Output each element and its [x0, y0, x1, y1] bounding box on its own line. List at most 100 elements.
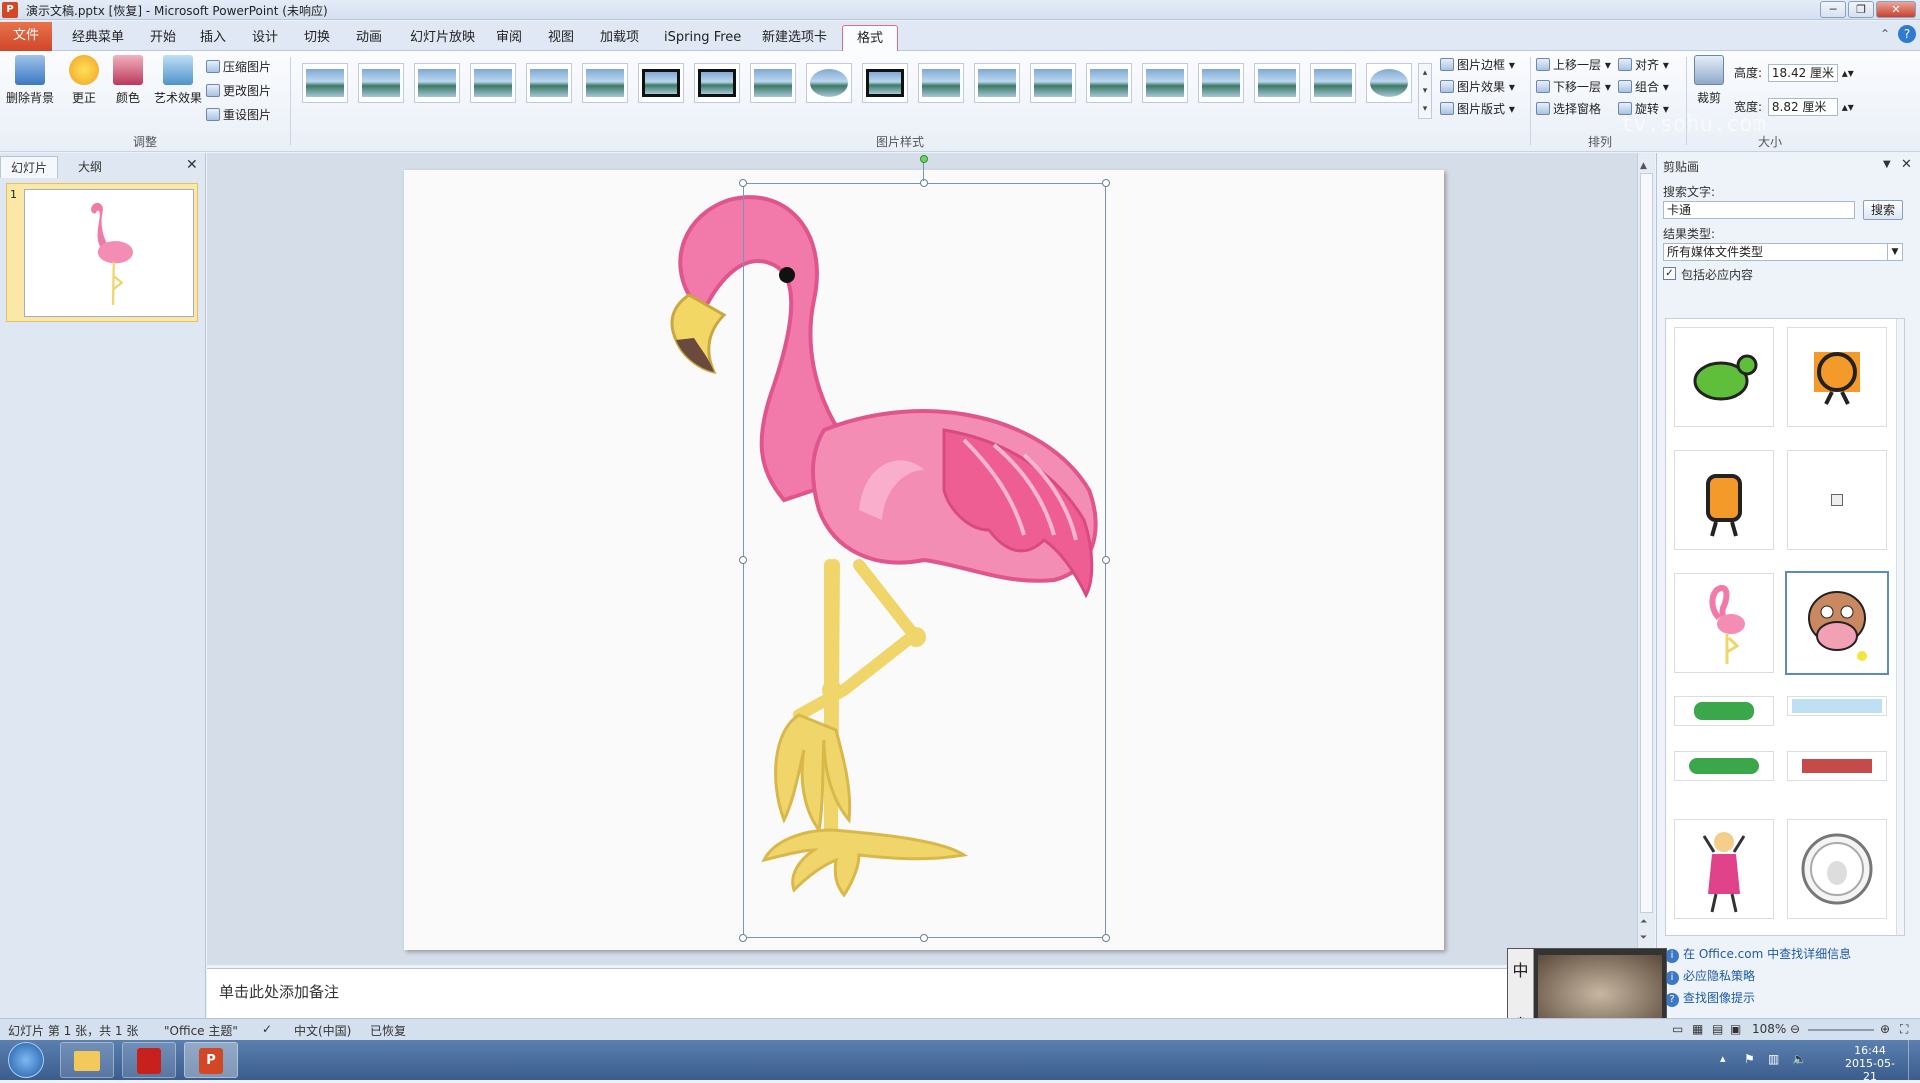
include-bing-checkbox[interactable]: ✓ — [1663, 267, 1676, 280]
align-button[interactable]: 对齐 ▾ — [1618, 55, 1669, 75]
picture-style-1[interactable] — [302, 63, 348, 103]
reading-view-icon[interactable]: ▤ — [1712, 1022, 1723, 1036]
vertical-scrollbar[interactable]: ▲ ⏶ ⏷ — [1637, 153, 1655, 965]
bing-privacy-link[interactable]: i 必应隐私策略 — [1665, 965, 1755, 987]
change-picture-button[interactable]: 更改图片 — [206, 81, 271, 101]
clipart-result[interactable] — [1674, 450, 1774, 550]
ribbon-minimize-icon[interactable]: ⌃ — [1880, 27, 1890, 41]
zoom-out-icon[interactable]: ⊖ — [1790, 1022, 1800, 1036]
tray-expand-icon[interactable]: ▴ — [1720, 1052, 1726, 1065]
picture-style-12[interactable] — [918, 63, 964, 103]
slideshow-view-icon[interactable]: ▣ — [1730, 1022, 1741, 1036]
picture-style-7[interactable] — [638, 63, 684, 103]
picture-style-5[interactable] — [526, 63, 572, 103]
clipart-result-cow[interactable] — [1785, 571, 1889, 675]
reset-picture-button[interactable]: 重设图片 — [206, 105, 271, 125]
picture-style-4[interactable] — [470, 63, 516, 103]
picture-style-16[interactable] — [1142, 63, 1188, 103]
bring-forward-button[interactable]: 上移一层 ▾ — [1536, 55, 1611, 75]
scroll-track[interactable] — [1640, 173, 1653, 913]
show-desktop-button[interactable] — [1908, 1040, 1920, 1080]
picture-style-8[interactable] — [694, 63, 740, 103]
tab-animations[interactable]: 动画 — [346, 25, 392, 51]
resize-handle-s[interactable] — [920, 934, 928, 942]
clipart-result-flamingo[interactable] — [1674, 573, 1774, 673]
tab-view[interactable]: 视图 — [538, 25, 584, 51]
resize-handle-w[interactable] — [739, 556, 747, 564]
artistic-effects-button[interactable]: 艺术效果 — [150, 55, 206, 106]
spell-check-icon[interactable]: ✓ — [262, 1022, 272, 1036]
clipart-result[interactable] — [1674, 751, 1774, 781]
tab-file[interactable]: 文件 — [0, 22, 52, 51]
start-button[interactable] — [8, 1042, 44, 1078]
selection-pane-button[interactable]: 选择窗格 — [1536, 99, 1601, 119]
minimize-button[interactable]: ─ — [1820, 1, 1846, 18]
zoom-in-icon[interactable]: ⊕ — [1880, 1022, 1890, 1036]
tab-addins[interactable]: 加载项 — [590, 25, 649, 51]
send-backward-button[interactable]: 下移一层 ▾ — [1536, 77, 1611, 97]
tab-slides[interactable]: 幻灯片 — [0, 156, 59, 178]
taskbar-acrobat[interactable] — [122, 1042, 176, 1078]
scroll-up-icon[interactable]: ▲ — [1640, 161, 1647, 171]
gallery-scroll[interactable]: ▴ ▾ ▾ — [1418, 63, 1432, 119]
clipart-result[interactable] — [1674, 696, 1774, 726]
help-icon[interactable]: ? — [1898, 25, 1916, 43]
normal-view-icon[interactable]: ▭ — [1672, 1022, 1683, 1036]
rotate-handle[interactable] — [920, 155, 928, 163]
corrections-button[interactable]: 更正 — [64, 55, 104, 106]
pane-options-icon[interactable]: ▼ — [1883, 159, 1891, 170]
tab-review[interactable]: 审阅 — [486, 25, 532, 51]
picture-style-18[interactable] — [1254, 63, 1300, 103]
sorter-view-icon[interactable]: ▦ — [1692, 1022, 1703, 1036]
tab-home[interactable]: 开始 — [140, 25, 186, 51]
picture-effects-button[interactable]: 图片效果 ▾ — [1440, 77, 1515, 97]
picture-style-20[interactable] — [1366, 63, 1412, 103]
picture-selection-box[interactable] — [743, 183, 1106, 938]
results-scrollbar[interactable] — [1896, 319, 1904, 935]
volume-icon[interactable]: 🔈 — [1792, 1052, 1807, 1066]
picture-style-2[interactable] — [358, 63, 404, 103]
next-slide-icon[interactable]: ⏷ — [1640, 933, 1647, 943]
close-pane-icon[interactable]: ✕ — [1901, 157, 1912, 172]
office-more-info-link[interactable]: i 在 Office.com 中查找详细信息 — [1665, 943, 1851, 965]
resize-handle-e[interactable] — [1102, 556, 1110, 564]
taskbar-explorer[interactable] — [60, 1042, 114, 1078]
action-center-icon[interactable]: ⚑ — [1744, 1052, 1755, 1066]
picture-layout-button[interactable]: 图片版式 ▾ — [1440, 99, 1515, 119]
language-indicator[interactable]: 中文(中国) — [294, 1022, 351, 1039]
clipart-result[interactable] — [1787, 450, 1887, 550]
tab-classic-menu[interactable]: 经典菜单 — [62, 25, 134, 51]
picture-style-19[interactable] — [1310, 63, 1356, 103]
tab-slideshow[interactable]: 幻灯片放映 — [400, 25, 485, 51]
powerpoint-app-icon[interactable]: P — [2, 2, 18, 18]
remove-background-button[interactable]: 删除背景 — [2, 55, 58, 106]
picture-style-17[interactable] — [1198, 63, 1244, 103]
tab-insert[interactable]: 插入 — [190, 25, 236, 51]
height-field[interactable]: 18.42 厘米 — [1767, 64, 1838, 82]
tab-transitions[interactable]: 切换 — [294, 25, 340, 51]
notes-pane[interactable]: 单击此处添加备注 — [207, 968, 1637, 1018]
clipart-result[interactable] — [1787, 696, 1887, 716]
resize-handle-nw[interactable] — [739, 179, 747, 187]
clipart-result[interactable] — [1674, 819, 1774, 919]
picture-style-15[interactable] — [1086, 63, 1132, 103]
resize-handle-se[interactable] — [1102, 934, 1110, 942]
picture-style-13[interactable] — [974, 63, 1020, 103]
zoom-slider[interactable] — [1808, 1029, 1874, 1031]
clock[interactable]: 16:44 2015-05-21 — [1840, 1044, 1900, 1083]
clipart-result[interactable] — [1674, 327, 1774, 427]
picture-style-14[interactable] — [1030, 63, 1076, 103]
compress-pictures-button[interactable]: 压缩图片 — [206, 57, 271, 77]
tab-new[interactable]: 新建选项卡 — [752, 25, 837, 51]
taskbar-powerpoint[interactable]: P — [184, 1042, 238, 1078]
theme-name[interactable]: "Office 主题" — [164, 1022, 238, 1039]
resize-handle-n[interactable] — [920, 179, 928, 187]
dropdown-arrow-icon[interactable]: ▼ — [1887, 244, 1902, 260]
picture-style-3[interactable] — [414, 63, 460, 103]
notes-placeholder[interactable]: 单击此处添加备注 — [219, 981, 339, 1002]
search-input[interactable]: 卡通 — [1663, 201, 1855, 219]
clipart-result[interactable] — [1787, 751, 1887, 781]
restore-button[interactable]: ❐ — [1848, 1, 1874, 18]
group-button[interactable]: 组合 ▾ — [1618, 77, 1669, 97]
results-type-select[interactable]: 所有媒体文件类型 — [1663, 243, 1903, 261]
